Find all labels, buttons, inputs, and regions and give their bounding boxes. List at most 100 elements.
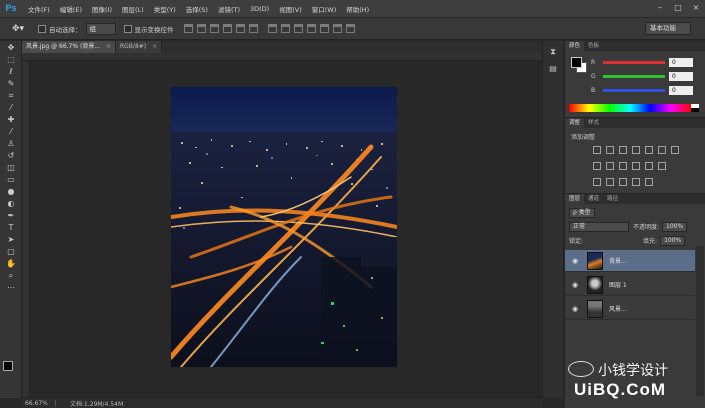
align-left-icon[interactable]: [222, 24, 232, 33]
align-bottom-icon[interactable]: [209, 24, 219, 33]
menu-3d[interactable]: 3D(D): [245, 5, 274, 13]
posterize-icon[interactable]: [658, 162, 666, 170]
menu-window[interactable]: 窗口(W): [307, 4, 342, 14]
menu-view[interactable]: 视图(V): [274, 4, 307, 14]
history-brush-tool-icon[interactable]: ↺: [3, 150, 19, 161]
black-white-swatch[interactable]: [691, 104, 699, 112]
dodge-tool-icon[interactable]: ◐: [3, 198, 19, 209]
menu-layer[interactable]: 图层(L): [117, 4, 149, 14]
quick-select-tool-icon[interactable]: ✎: [3, 78, 19, 89]
align-vcenter-icon[interactable]: [196, 24, 206, 33]
visibility-eye-icon[interactable]: ◉: [569, 281, 581, 289]
blur-tool-icon[interactable]: ●: [3, 186, 19, 197]
tab-close-icon[interactable]: ×: [152, 43, 157, 50]
tab-close-icon[interactable]: ×: [106, 43, 111, 50]
align-hcenter-icon[interactable]: [235, 24, 245, 33]
distribute-hcenter-icon[interactable]: [319, 24, 329, 33]
auto-align-icon[interactable]: [345, 24, 355, 33]
blue-value[interactable]: 0: [669, 85, 693, 95]
layer-row[interactable]: ◉ 图层 1: [565, 274, 695, 296]
menu-help[interactable]: 帮助(H): [341, 4, 374, 14]
eraser-tool-icon[interactable]: ◫: [3, 162, 19, 173]
color-lookup-icon[interactable]: [632, 162, 640, 170]
healing-brush-tool-icon[interactable]: ✚: [3, 114, 19, 125]
channel-mixer-icon[interactable]: [619, 162, 627, 170]
menu-type[interactable]: 类型(Y): [149, 4, 181, 14]
hand-tool-icon[interactable]: ✋: [3, 258, 19, 269]
hue-saturation-icon[interactable]: [658, 146, 666, 154]
red-value[interactable]: 0: [669, 57, 693, 67]
layer-row[interactable]: ◉ 背景...: [565, 250, 695, 272]
properties-panel-icon[interactable]: ▤: [546, 63, 560, 75]
green-value[interactable]: 0: [669, 71, 693, 81]
tab-layers[interactable]: 图层: [565, 194, 585, 204]
distribute-top-icon[interactable]: [267, 24, 277, 33]
blue-track[interactable]: [603, 88, 665, 92]
layer-name[interactable]: 图层 1: [609, 280, 627, 289]
opacity-value[interactable]: 100%: [662, 221, 688, 232]
more-tools-icon[interactable]: ⋯: [3, 282, 19, 293]
black-white-icon[interactable]: [593, 162, 601, 170]
auto-select-dropdown[interactable]: 组: [85, 22, 116, 35]
invert-icon[interactable]: [645, 162, 653, 170]
lasso-tool-icon[interactable]: ℓ: [3, 66, 19, 77]
blue-slider[interactable]: B 0: [591, 85, 701, 95]
zoom-tool-icon[interactable]: ⌕: [3, 270, 19, 281]
tab-color[interactable]: 颜色: [565, 41, 585, 51]
levels-icon[interactable]: [606, 146, 614, 154]
type-tool-icon[interactable]: T: [3, 222, 19, 233]
align-top-icon[interactable]: [183, 24, 193, 33]
gradient-tool-icon[interactable]: ▭: [3, 174, 19, 185]
green-track[interactable]: [603, 74, 665, 78]
tab-styles[interactable]: 样式: [584, 118, 603, 128]
hdr-toning-icon[interactable]: [645, 178, 653, 186]
tab-adjustments[interactable]: 调整: [565, 118, 585, 128]
document-image[interactable]: [171, 87, 397, 367]
foreground-color-swatch[interactable]: [3, 361, 13, 371]
menu-select[interactable]: 选择(S): [181, 4, 213, 14]
distribute-right-icon[interactable]: [332, 24, 342, 33]
eyedropper-tool-icon[interactable]: ⁄: [3, 102, 19, 113]
layer-filter-dropdown[interactable]: ρ 类型: [569, 207, 595, 218]
align-right-icon[interactable]: [248, 24, 258, 33]
vibrance-icon[interactable]: [645, 146, 653, 154]
visibility-eye-icon[interactable]: ◉: [569, 257, 581, 265]
tab-document-active[interactable]: 风景.jpg @ 66.7% (背景... ×: [22, 41, 116, 53]
rectangle-tool-icon[interactable]: ▢: [3, 246, 19, 257]
show-transform-checkbox[interactable]: [123, 24, 132, 33]
menu-edit[interactable]: 编辑(E): [55, 4, 87, 14]
layer-name[interactable]: 背景...: [609, 256, 627, 265]
canvas-area[interactable]: [22, 53, 542, 397]
selective-color-icon[interactable]: [606, 178, 614, 186]
move-tool-icon[interactable]: ✥: [3, 42, 19, 53]
maximize-button[interactable]: □: [673, 3, 683, 13]
gradient-map-icon[interactable]: [619, 178, 627, 186]
shadows-highlights-icon[interactable]: [632, 178, 640, 186]
red-track[interactable]: [603, 60, 665, 64]
threshold-icon[interactable]: [593, 178, 601, 186]
color-panel-foreground-swatch[interactable]: [571, 57, 582, 68]
tab-document-mode[interactable]: RGB/8#) ×: [116, 41, 163, 53]
photo-filter-icon[interactable]: [606, 162, 614, 170]
fill-value[interactable]: 100%: [660, 235, 686, 246]
crop-tool-icon[interactable]: ⌗: [3, 90, 19, 101]
tab-paths[interactable]: 路径: [603, 194, 622, 204]
history-panel-icon[interactable]: ⧗: [546, 46, 560, 58]
brightness-icon[interactable]: [593, 146, 601, 154]
workspace-dropdown[interactable]: 基本功能: [645, 22, 691, 35]
pen-tool-icon[interactable]: ✒: [3, 210, 19, 221]
zoom-level[interactable]: 66.67%: [22, 399, 56, 407]
layer-name[interactable]: 风景...: [609, 304, 627, 313]
auto-select-checkbox[interactable]: [38, 24, 46, 33]
tab-swatches[interactable]: 色板: [584, 41, 603, 51]
move-tool-preset-icon[interactable]: ✥▾: [6, 21, 30, 37]
menu-image[interactable]: 图像(I): [87, 4, 117, 14]
green-slider[interactable]: G 0: [591, 71, 701, 81]
red-slider[interactable]: R 0: [591, 57, 701, 67]
tab-channels[interactable]: 通道: [584, 194, 603, 204]
clone-stamp-tool-icon[interactable]: ♙: [3, 138, 19, 149]
ruler-horizontal[interactable]: [22, 53, 542, 61]
color-balance-icon[interactable]: [671, 146, 679, 154]
menu-file[interactable]: 文件(F): [23, 4, 55, 14]
visibility-eye-icon[interactable]: ◉: [569, 305, 581, 313]
